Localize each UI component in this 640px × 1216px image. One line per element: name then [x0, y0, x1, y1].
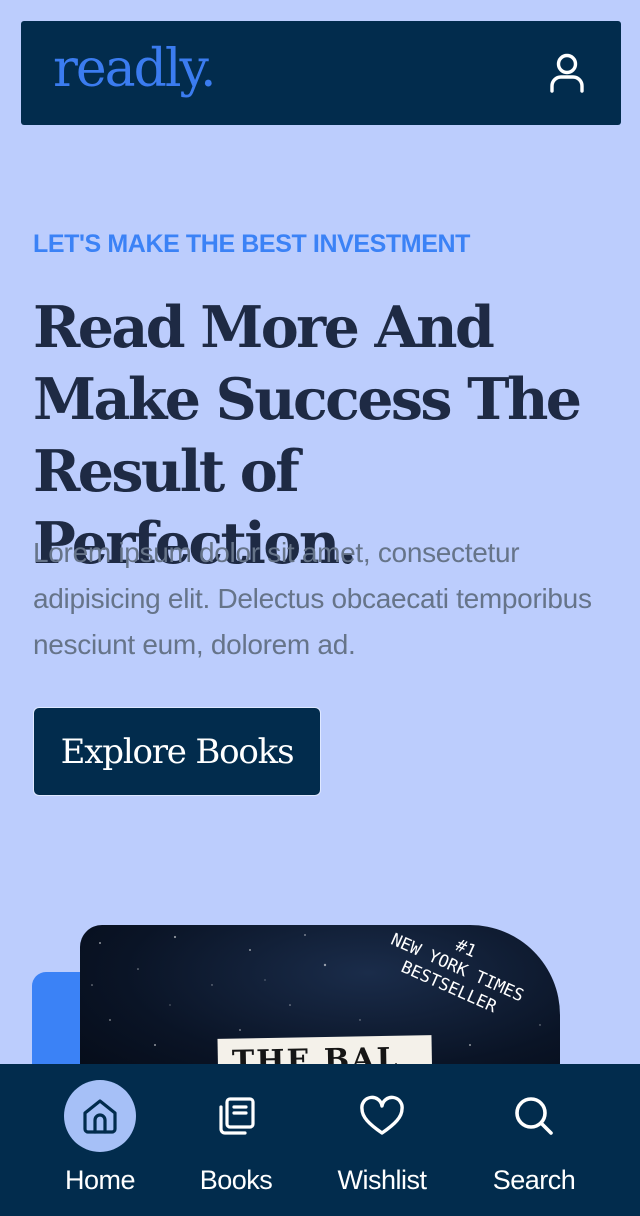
bottom-navigation: Home Books Wishlist Search	[0, 1064, 640, 1216]
books-icon	[219, 1097, 255, 1135]
nav-books-icon-wrap	[200, 1080, 272, 1152]
nav-home-icon-wrap	[64, 1080, 136, 1152]
nav-wishlist-icon-wrap	[346, 1080, 418, 1152]
search-icon	[515, 1097, 553, 1135]
explore-books-button[interactable]: Explore Books	[33, 707, 321, 796]
nav-label-home: Home	[64, 1165, 136, 1195]
hero-description: Lorem ipsum dolor sit amet, consectetur …	[33, 537, 592, 660]
nav-item-home[interactable]: Home	[63, 1064, 137, 1216]
hero-eyebrow: LET'S MAKE THE BEST INVESTMENT	[33, 230, 471, 258]
home-icon	[83, 1099, 117, 1134]
featured-book-cover[interactable]: #1 NEW YORK TIMES BESTSELLER THE BAL	[80, 925, 560, 1085]
nav-item-books[interactable]: Books	[190, 1064, 282, 1216]
account-button[interactable]	[547, 51, 587, 95]
nav-search-icon-wrap	[498, 1080, 570, 1152]
nav-label-books: Books	[199, 1165, 273, 1195]
user-icon	[550, 53, 584, 93]
nav-item-search[interactable]: Search	[486, 1064, 582, 1216]
nav-item-wishlist[interactable]: Wishlist	[330, 1064, 434, 1216]
nav-label-wishlist: Wishlist	[337, 1165, 428, 1195]
top-header: readly.	[21, 21, 621, 125]
readly-logo[interactable]: readly.	[53, 43, 217, 95]
heart-icon	[360, 1095, 404, 1135]
nav-label-search: Search	[492, 1165, 576, 1195]
